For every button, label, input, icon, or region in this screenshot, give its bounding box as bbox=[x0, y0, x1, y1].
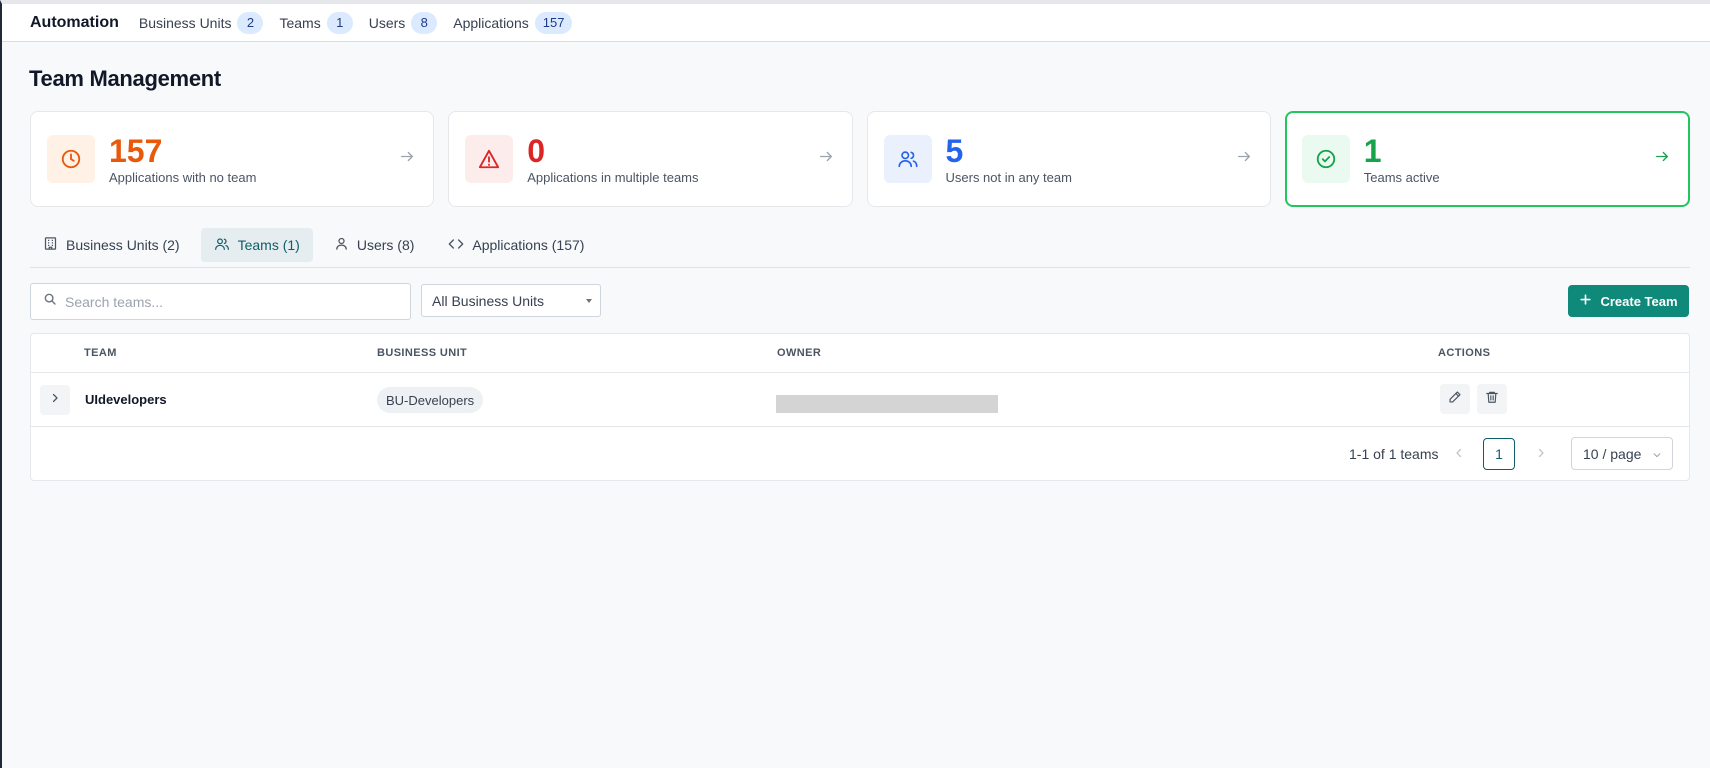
nav-item-label: Business Units bbox=[138, 14, 232, 31]
column-header-owner: OWNER bbox=[777, 347, 822, 359]
column-header-actions: ACTIONS bbox=[1438, 347, 1491, 359]
top-nav: Automation Business Units 2 Teams 1 User… bbox=[2, 4, 1710, 42]
business-unit-chip: BU-Developers bbox=[377, 387, 484, 413]
tab-label: Business Units (2) bbox=[66, 237, 180, 253]
arrow-right-icon bbox=[399, 149, 415, 170]
search-box bbox=[30, 283, 411, 320]
stat-label: Applications with no team bbox=[109, 169, 257, 185]
pagination-info: 1-1 of 1 teams bbox=[1349, 446, 1439, 462]
column-header-team: TEAM bbox=[84, 347, 117, 359]
nav-item-label: Teams bbox=[279, 14, 321, 31]
users-icon bbox=[883, 135, 932, 183]
arrow-right-icon bbox=[1654, 149, 1670, 170]
stat-card-unassigned-apps[interactable]: 157 Applications with no team bbox=[30, 111, 435, 207]
nav-item-label: Applications bbox=[453, 14, 529, 31]
chevron-down-icon bbox=[1653, 453, 1661, 458]
stat-value: 157 bbox=[109, 132, 163, 169]
nav-item-applications[interactable]: Applications 157 bbox=[453, 11, 573, 34]
stat-label: Teams active bbox=[1363, 169, 1440, 185]
stat-value: 0 bbox=[527, 132, 546, 169]
section-tabs: Business Units (2) Teams (1) Users (8) A… bbox=[30, 228, 1690, 268]
page-size-value: 10 / page bbox=[1583, 445, 1642, 462]
next-page-button[interactable] bbox=[1535, 446, 1547, 464]
table-row: UIdevelopers BU-Developers bbox=[31, 373, 1689, 427]
nav-count-badge: 8 bbox=[411, 11, 438, 34]
user-icon bbox=[334, 236, 357, 254]
expand-row-button[interactable] bbox=[40, 385, 70, 415]
chevron-left-icon bbox=[1456, 448, 1462, 458]
stat-cards: 157 Applications with no team 0 Applicat… bbox=[30, 111, 1690, 207]
column-header-business-unit: BUSINESS UNIT bbox=[377, 347, 468, 359]
users-icon bbox=[214, 236, 238, 255]
chevron-right-icon bbox=[49, 391, 61, 409]
page-number-current[interactable]: 1 bbox=[1483, 438, 1515, 470]
stat-value: 1 bbox=[1363, 132, 1382, 169]
brand-title: Automation bbox=[30, 13, 119, 31]
nav-count-badge: 1 bbox=[326, 11, 353, 34]
page-size-select[interactable]: 10 / page bbox=[1571, 437, 1673, 470]
team-name[interactable]: UIdevelopers bbox=[85, 392, 167, 407]
check-circle-icon bbox=[1301, 135, 1350, 183]
create-team-label: Create Team bbox=[1600, 293, 1678, 309]
delete-team-button[interactable] bbox=[1477, 384, 1507, 414]
nav-item-teams[interactable]: Teams 1 bbox=[279, 11, 353, 34]
stat-label: Applications in multiple teams bbox=[527, 169, 699, 185]
pagination: 1-1 of 1 teams 1 10 / page bbox=[31, 427, 1689, 481]
page-title: Team Management bbox=[29, 66, 221, 91]
search-input[interactable] bbox=[65, 293, 395, 310]
teams-table: TEAM BUSINESS UNIT OWNER ACTIONS UIdevel… bbox=[30, 333, 1690, 481]
stat-card-users-no-team[interactable]: 5 Users not in any team bbox=[866, 111, 1271, 207]
tab-teams[interactable]: Teams (1) bbox=[200, 228, 313, 262]
tab-business-units[interactable]: Business Units (2) bbox=[30, 228, 193, 262]
create-team-button[interactable]: Create Team bbox=[1568, 285, 1689, 317]
table-header: TEAM BUSINESS UNIT OWNER ACTIONS bbox=[31, 334, 1689, 373]
edit-team-button[interactable] bbox=[1440, 384, 1470, 414]
business-unit-filter[interactable]: All Business Units bbox=[421, 284, 601, 317]
tab-label: Users (8) bbox=[356, 237, 415, 253]
search-icon bbox=[43, 292, 57, 311]
previous-page-button[interactable] bbox=[1453, 446, 1465, 464]
business-unit-filter-value: All Business Units bbox=[432, 292, 545, 309]
arrow-right-icon bbox=[818, 149, 834, 170]
nav-count-badge: 157 bbox=[534, 11, 573, 34]
trash-icon bbox=[1485, 390, 1499, 409]
building-icon bbox=[43, 236, 66, 254]
tab-label: Teams (1) bbox=[237, 237, 300, 253]
arrow-right-icon bbox=[1236, 149, 1252, 170]
clock-icon bbox=[47, 135, 95, 183]
stat-card-multi-team-apps[interactable]: 0 Applications in multiple teams bbox=[448, 111, 853, 207]
code-icon bbox=[448, 236, 472, 255]
tab-applications[interactable]: Applications (157) bbox=[435, 228, 597, 262]
pencil-icon bbox=[1448, 390, 1462, 409]
nav-count-badge: 2 bbox=[237, 11, 264, 34]
nav-item-label: Users bbox=[368, 14, 406, 31]
plus-icon bbox=[1579, 293, 1600, 309]
nav-item-users[interactable]: Users 8 bbox=[368, 11, 438, 34]
warning-icon bbox=[465, 135, 514, 183]
chevron-right-icon bbox=[1538, 448, 1544, 458]
owner-redacted bbox=[776, 395, 998, 413]
caret-down-icon bbox=[586, 299, 592, 303]
stat-value: 5 bbox=[945, 132, 964, 169]
tab-users[interactable]: Users (8) bbox=[321, 228, 428, 262]
tab-label: Applications (157) bbox=[472, 237, 585, 253]
stat-card-teams-active[interactable]: 1 Teams active bbox=[1284, 111, 1690, 207]
nav-item-business-units[interactable]: Business Units 2 bbox=[138, 11, 264, 34]
stat-label: Users not in any team bbox=[945, 169, 1072, 185]
